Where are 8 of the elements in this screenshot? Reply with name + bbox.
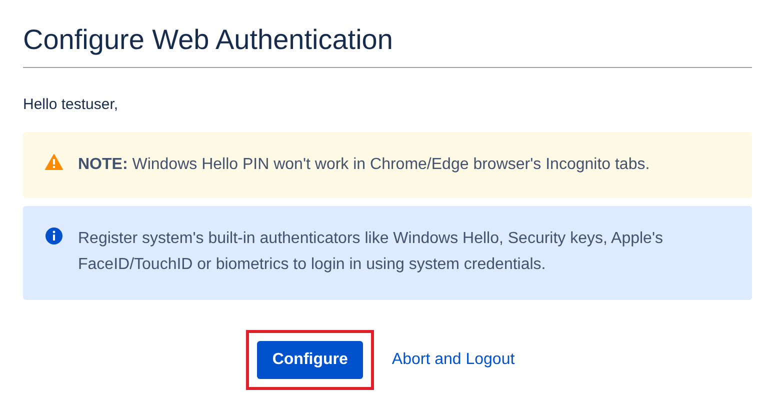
greeting-text: Hello testuser, xyxy=(23,95,118,115)
message-text: Register system's built-in authenticators like Windows Hello, Security keys, Apple's FaceID/TouchID or biometrics to login in using system credentials. xyxy=(78,229,664,275)
message-text: NOTE: Windows Hello PIN won't work in Chrome/Edge browser's Incognito tabs. xyxy=(78,155,650,175)
abort-logout-link[interactable]: Abort and Logout xyxy=(392,348,515,372)
page-title: Configure Web Authentication xyxy=(23,22,752,68)
info-icon xyxy=(45,227,63,245)
configure-button[interactable]: Configure xyxy=(257,341,363,379)
warning-icon xyxy=(45,154,63,170)
